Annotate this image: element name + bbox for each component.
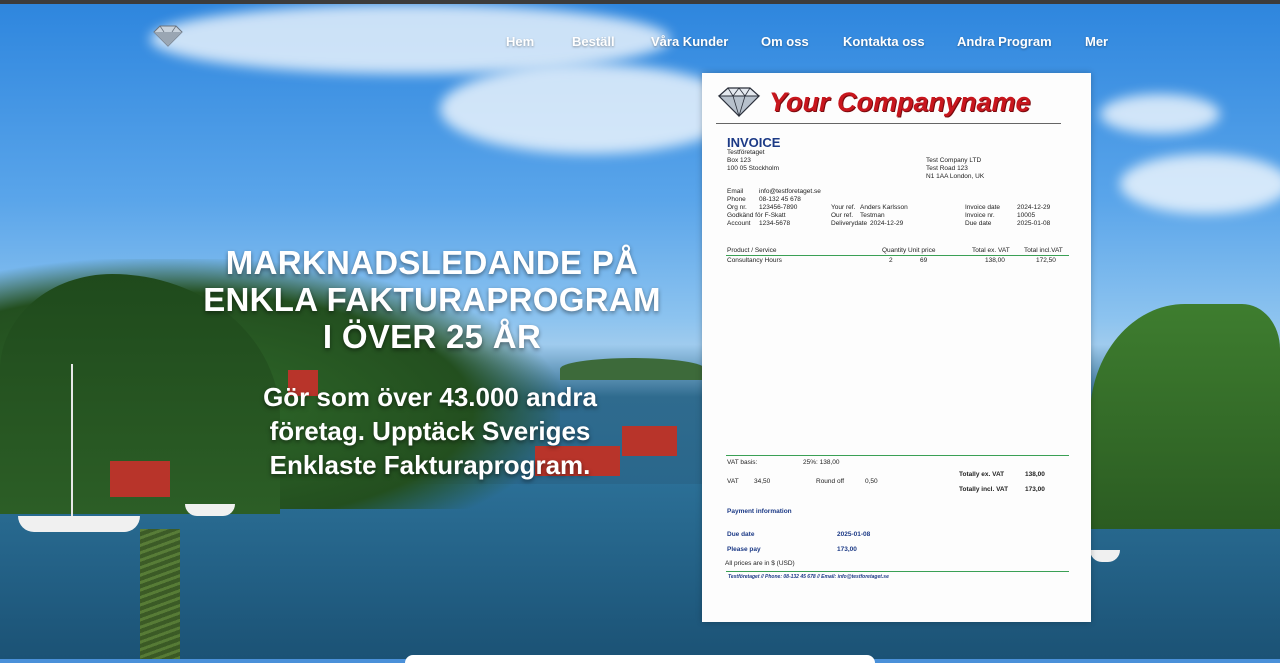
cell-total-ex: 138,00: [985, 257, 1005, 264]
th-product: Product / Service: [727, 247, 777, 254]
reference-values: Anders Karlsson Testman 2024-12-29: [860, 204, 908, 228]
nav-item-mer[interactable]: Mer: [1085, 34, 1108, 49]
totally-ex-value: 138,00: [1025, 471, 1045, 478]
please-pay-label: Please pay: [727, 546, 761, 553]
payment-info-heading: Payment information: [727, 508, 792, 515]
vat-value: 34,50: [754, 478, 771, 485]
roundoff-value: 0,50: [865, 478, 878, 485]
headline-line: MARKNADSLEDANDE PÅ: [225, 244, 639, 281]
nav-item-om-oss[interactable]: Om oss: [761, 34, 809, 49]
date-labels: Invoice date Invoice nr. Due date: [965, 204, 1000, 228]
sender-line: 100 05 Stockholm: [727, 165, 780, 172]
th-quantity: Quantity: [882, 247, 907, 254]
date-label: Due date: [965, 220, 992, 227]
nav-item-vara-kunder[interactable]: Våra Kunder: [651, 34, 728, 49]
date-label: Invoice nr.: [965, 212, 995, 219]
cloud: [1120, 154, 1280, 214]
cell-quantity: 2: [889, 257, 893, 264]
island-right: [1090, 304, 1280, 529]
ref-value: Anders Karlsson: [860, 204, 908, 211]
hero-subheadline: Gör som över 43.000 andra företag. Upptä…: [205, 380, 655, 482]
contact-value: 1234-5678: [759, 220, 791, 227]
th-total-ex: Total ex. VAT: [972, 247, 1010, 254]
red-house: [110, 461, 170, 497]
th-total-incl: Total incl.VAT: [1024, 247, 1063, 254]
nav-item-hem[interactable]: Hem: [506, 34, 534, 49]
diamond-icon: [717, 87, 761, 118]
headline-line: I ÖVER 25 ÅR: [322, 318, 542, 355]
nav-item-andra-program[interactable]: Andra Program: [957, 34, 1052, 49]
roundoff-label: Round off: [816, 478, 845, 485]
totals-divider: [726, 455, 1069, 456]
hero-headline: MARKNADSLEDANDE PÅ ENKLA FAKTURAPROGRAM …: [190, 244, 674, 355]
totally-incl-value: 173,00: [1025, 486, 1045, 493]
cloud: [440, 64, 740, 154]
contact-value: [759, 212, 821, 220]
subheadline-line: företag. Upptäck Sveriges: [269, 416, 591, 446]
ref-value: Testman: [860, 212, 885, 219]
vat-label: VAT: [727, 478, 739, 485]
due-date-label: Due date: [727, 531, 755, 538]
totally-ex-label: Totally ex. VAT: [959, 471, 1005, 478]
currency-note: All prices are in $ (USD): [725, 560, 795, 567]
headline-line: ENKLA FAKTURAPROGRAM: [203, 281, 661, 318]
far-shore: [560, 358, 705, 380]
th-unit-price: Unit price: [908, 247, 936, 254]
cloud: [1100, 94, 1220, 134]
due-date-value: 2025-01-08: [837, 531, 871, 538]
vat-basis-label: VAT basis:: [727, 459, 758, 466]
cell-unit-price: 69: [920, 257, 928, 264]
date-values: 2024-12-29 10005 2025-01-08: [1017, 204, 1050, 228]
subheadline-line: Gör som över 43.000 andra: [263, 382, 597, 412]
recipient-address: Test Company LTD Test Road 123 N1 1AA Lo…: [926, 157, 984, 181]
contact-value: 123456-7890: [759, 204, 798, 211]
pine-branch: [140, 529, 180, 659]
recipient-line: Test Company LTD: [926, 157, 982, 164]
cell-product: Consultancy Hours: [727, 257, 782, 264]
invoice-footer: Testföretaget // Phone: 08-132 45 678 //…: [728, 574, 889, 580]
nav-item-kontakta-oss[interactable]: Kontakta oss: [843, 34, 925, 49]
sender-line: Box 123: [727, 157, 751, 164]
motorboat: [185, 504, 235, 516]
please-pay-value: 173,00: [837, 546, 857, 553]
sailboat: [18, 516, 140, 532]
ref-value: 2024-12-29: [870, 220, 904, 227]
main-nav: Hem Beställ Våra Kunder Om oss Kontakta …: [0, 34, 1280, 54]
date-value: 2024-12-29: [1017, 204, 1051, 211]
vat-basis-value: 25%: 138,00: [803, 459, 840, 466]
date-value: 2025-01-08: [1017, 220, 1051, 227]
sender-address: Testföretaget Box 123 100 05 Stockholm: [727, 149, 779, 173]
header-divider: [716, 123, 1061, 124]
bottom-card-edge: [405, 655, 875, 663]
table-header-divider: [726, 255, 1069, 256]
contact-values: info@testforetaget.se 08-132 45 678 1234…: [759, 188, 821, 228]
cell-total-incl: 172,50: [1036, 257, 1056, 264]
date-label: Invoice date: [965, 204, 1001, 211]
boat-mast: [71, 364, 73, 519]
totally-incl-label: Totally incl. VAT: [959, 486, 1009, 493]
invoice-title: INVOICE: [727, 135, 781, 150]
recipient-line: Test Road 123: [926, 165, 968, 172]
subheadline-line: Enklaste Fakturaprogram.: [269, 450, 591, 480]
company-name: Your Companyname: [769, 87, 1031, 117]
contact-value: 08-132 45 678: [759, 196, 801, 203]
nav-item-bestall[interactable]: Beställ: [572, 34, 615, 49]
invoice-preview: Your Companyname INVOICE Testföretaget B…: [702, 73, 1091, 622]
date-value: 10005: [1017, 212, 1036, 219]
contact-value: info@testforetaget.se: [759, 188, 821, 195]
footer-divider: [726, 571, 1069, 572]
recipient-line: N1 1AA London, UK: [926, 173, 985, 180]
sender-line: Testföretaget: [727, 149, 765, 156]
